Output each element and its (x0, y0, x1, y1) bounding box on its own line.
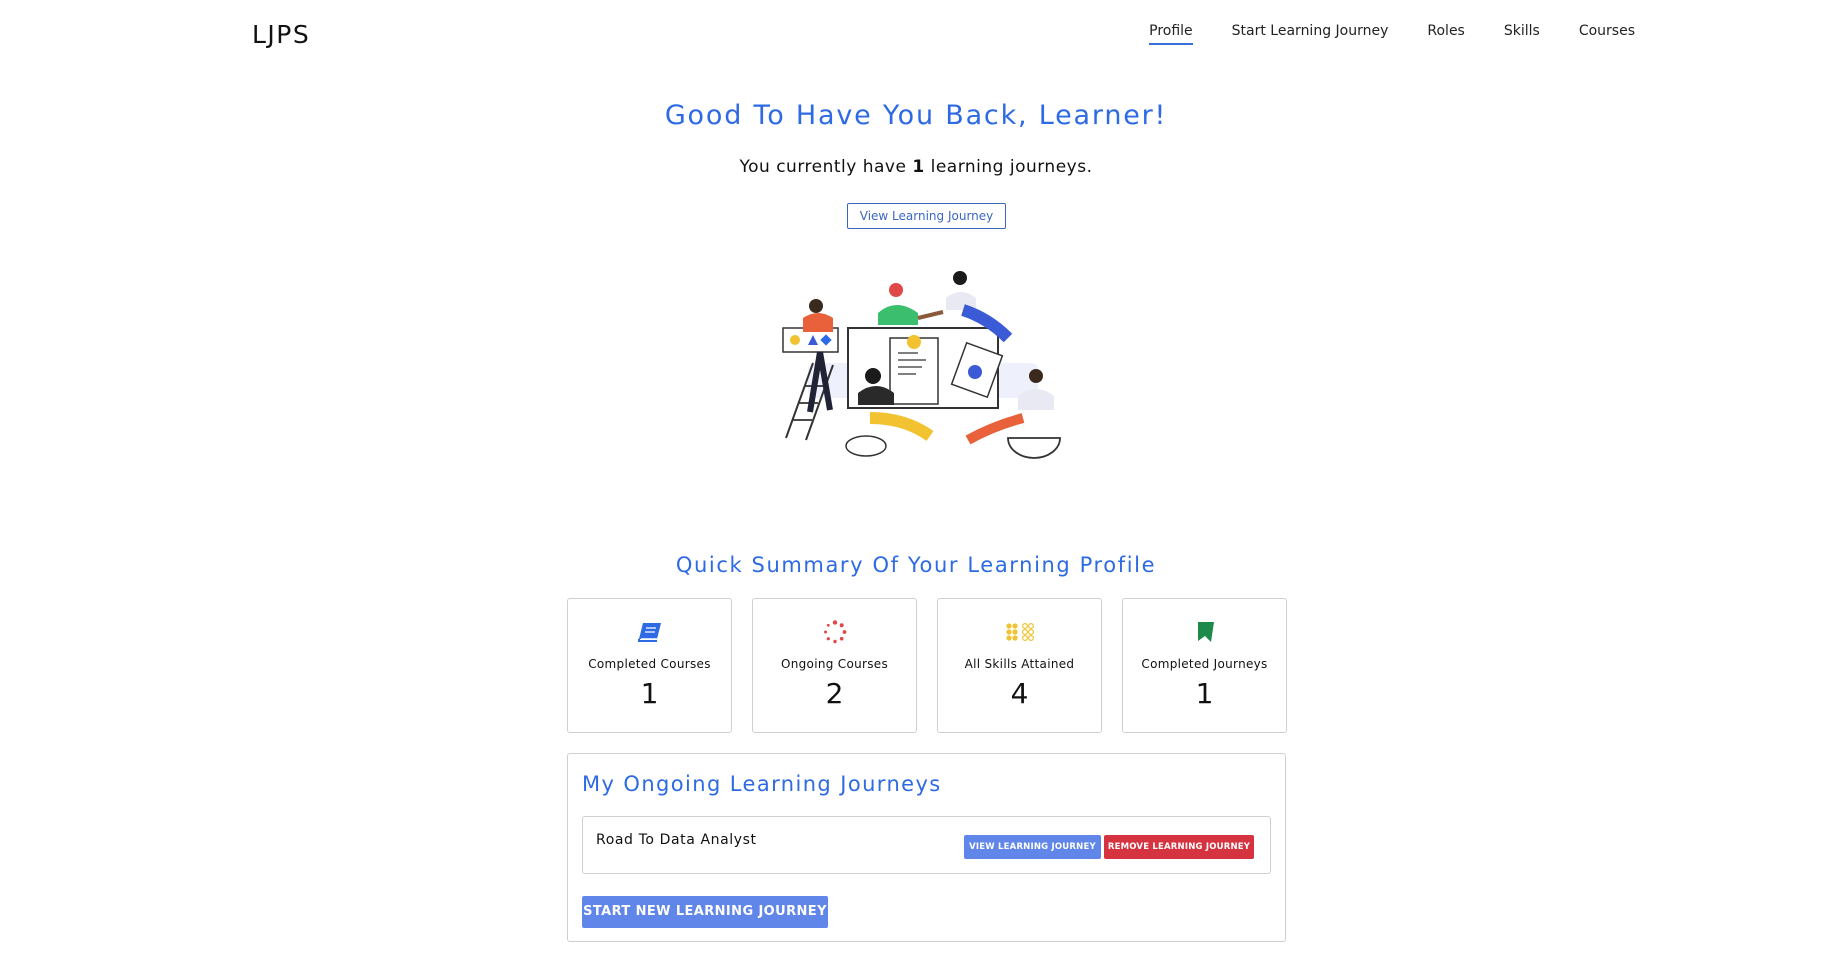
start-new-learning-journey-button[interactable]: START NEW LEARNING JOURNEY (582, 896, 828, 928)
nav-item-profile[interactable]: Profile (1149, 23, 1193, 45)
view-learning-journey-button[interactable]: VIEW LEARNING JOURNEY (964, 835, 1101, 859)
ongoing-journeys-panel: My Ongoing Learning Journeys Road To Dat… (567, 753, 1286, 942)
journey-count-text: You currently have 1 learning journeys. (0, 157, 1832, 177)
card-value: 1 (640, 677, 659, 710)
card-label: Completed Courses (588, 657, 711, 671)
grid-icon (938, 619, 1101, 645)
book-icon (568, 619, 731, 645)
nav-item-skills[interactable]: Skills (1504, 23, 1540, 45)
card-label: Ongoing Courses (780, 657, 889, 671)
journey-count-suffix: learning journeys. (924, 157, 1093, 177)
welcome-heading: Good To Have You Back, Learner! (664, 100, 1168, 131)
card-value: 2 (825, 677, 844, 710)
ongoing-journeys-heading: My Ongoing Learning Journeys (582, 772, 942, 796)
view-learning-journey-button[interactable]: View Learning Journey (847, 203, 1006, 229)
nav-item-courses[interactable]: Courses (1579, 23, 1635, 45)
spinner-icon (753, 619, 916, 645)
bookmark-icon (1123, 619, 1286, 645)
ongoing-courses-card: Ongoing Courses 2 (752, 598, 917, 733)
nav-item-roles[interactable]: Roles (1427, 23, 1464, 45)
list-item: Road To Data Analyst VIEW LEARNING JOURN… (582, 816, 1271, 874)
remove-learning-journey-button[interactable]: REMOVE LEARNING JOURNEY (1104, 835, 1254, 859)
card-label: Completed Journeys (1141, 657, 1268, 671)
card-value: 1 (1195, 677, 1214, 710)
journey-count-prefix: You currently have (739, 157, 913, 177)
skills-attained-card: All Skills Attained 4 (937, 598, 1102, 733)
card-label: All Skills Attained (964, 657, 1075, 671)
team-collaboration-illustration (782, 271, 1061, 459)
summary-heading: Quick Summary Of Your Learning Profile (675, 553, 1157, 577)
journey-count-value: 1 (912, 157, 925, 177)
card-value: 4 (1010, 677, 1029, 710)
completed-courses-card: Completed Courses 1 (567, 598, 732, 733)
nav-item-start-learning-journey[interactable]: Start Learning Journey (1232, 23, 1389, 45)
nav-links: Profile Start Learning Journey Roles Ski… (1149, 23, 1635, 45)
brand-logo[interactable]: LJPS (252, 20, 310, 49)
journey-name: Road To Data Analyst (596, 832, 757, 848)
navbar: LJPS Profile Start Learning Journey Role… (0, 0, 1832, 70)
completed-journeys-card: Completed Journeys 1 (1122, 598, 1287, 733)
